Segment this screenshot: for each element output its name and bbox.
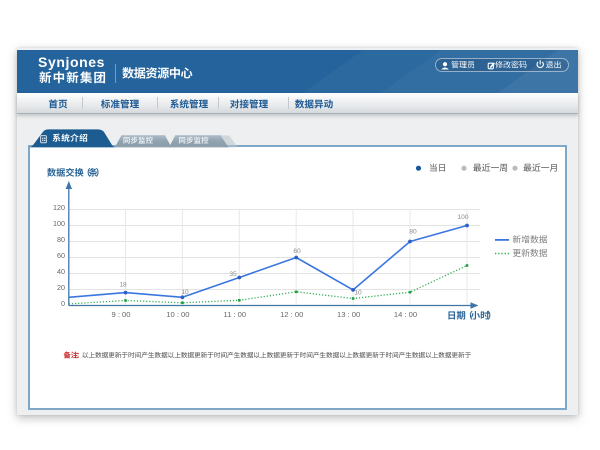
- svg-text:80: 80: [57, 235, 65, 244]
- svg-text:10: 10: [354, 289, 362, 296]
- svg-text:40: 40: [57, 267, 65, 276]
- svg-text:11 : 00: 11 : 00: [223, 310, 246, 319]
- svg-text:20: 20: [57, 283, 65, 292]
- svg-text:10 : 00: 10 : 00: [166, 310, 189, 319]
- svg-text:13 : 00: 13 : 00: [337, 310, 360, 319]
- svg-text:60: 60: [57, 251, 65, 260]
- svg-text:100: 100: [53, 219, 65, 228]
- svg-text:9 : 00: 9 : 00: [112, 310, 131, 319]
- svg-text:120: 120: [53, 203, 65, 212]
- svg-text:80: 80: [409, 228, 417, 235]
- svg-text:10: 10: [181, 289, 189, 296]
- svg-text:35: 35: [229, 271, 237, 278]
- svg-text:18: 18: [119, 281, 127, 288]
- svg-text:100: 100: [457, 214, 468, 221]
- svg-text:14 : 00: 14 : 00: [394, 310, 417, 319]
- svg-text:0: 0: [61, 299, 65, 308]
- svg-text:60: 60: [293, 248, 301, 255]
- svg-text:12 : 00: 12 : 00: [280, 310, 303, 319]
